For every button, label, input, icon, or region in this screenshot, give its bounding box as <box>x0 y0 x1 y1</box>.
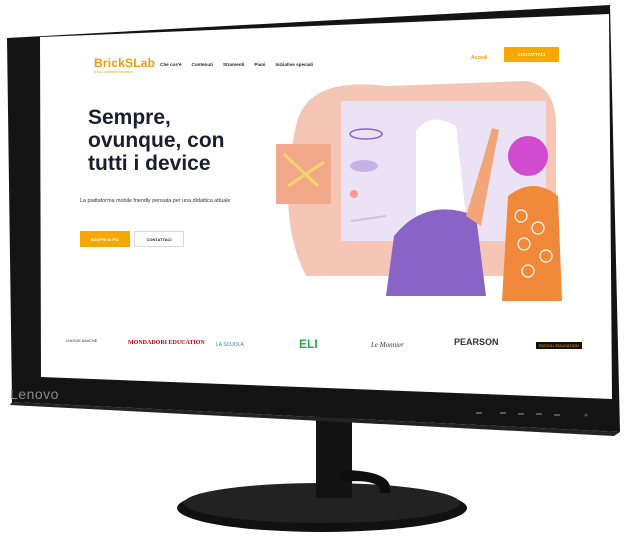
partner-logo[interactable]: LINGUE AMICHE <box>66 338 106 343</box>
partner-logo[interactable]: LA SCUOLA <box>216 342 244 348</box>
nav-item-strumenti[interactable]: Strumenti <box>223 62 244 67</box>
login-link[interactable]: Accedi <box>471 55 487 61</box>
site-logo-tagline: il tuo cantiere creativo <box>94 69 133 74</box>
hero-line: Sempre, <box>88 106 171 129</box>
hero-line: tutti i device <box>88 152 211 175</box>
monitor: BrickSLab il tuo cantiere creativo Che c… <box>0 0 636 536</box>
hero-heading: Sempre, ovunque, con tutti i device <box>88 106 225 175</box>
woman-shirt <box>502 186 562 301</box>
hero-line: ovunque, con <box>88 129 225 152</box>
hero-illustration <box>276 81 562 301</box>
planet-icon <box>350 160 378 172</box>
lenovo-logo: Lenovo <box>10 386 59 402</box>
nav-item-che-cose[interactable]: Che cos'è <box>160 62 182 67</box>
discover-more-button[interactable]: SCOPRI DI PIÙ <box>80 231 130 247</box>
contact-cta-button[interactable]: CONTATTACI <box>504 47 559 62</box>
partner-logo[interactable]: MONDADORI EDUCATION <box>128 340 205 346</box>
partner-logo[interactable]: Le Monnier <box>371 341 404 349</box>
woman-hair-right <box>508 136 548 176</box>
partner-logo[interactable]: ELI <box>299 337 318 351</box>
stand-neck <box>316 410 352 498</box>
nav-item-piani[interactable]: Piani <box>254 62 265 67</box>
partner-logo[interactable]: PEARSON <box>454 337 499 347</box>
hero-description: La piattaforma mobile friendly pensata p… <box>80 198 231 204</box>
site-logo[interactable]: BrickSLab <box>94 56 155 70</box>
partner-logos: LINGUE AMICHE MONDADORI EDUCATION LA SCU… <box>66 332 612 358</box>
partner-logo[interactable]: RIZZOLI EDUCATION <box>536 342 582 349</box>
website: BrickSLab il tuo cantiere creativo Che c… <box>66 36 612 386</box>
nav-item-contenuti[interactable]: Contenuti <box>192 62 213 67</box>
contact-button[interactable]: CONTATTACI <box>134 231 184 247</box>
